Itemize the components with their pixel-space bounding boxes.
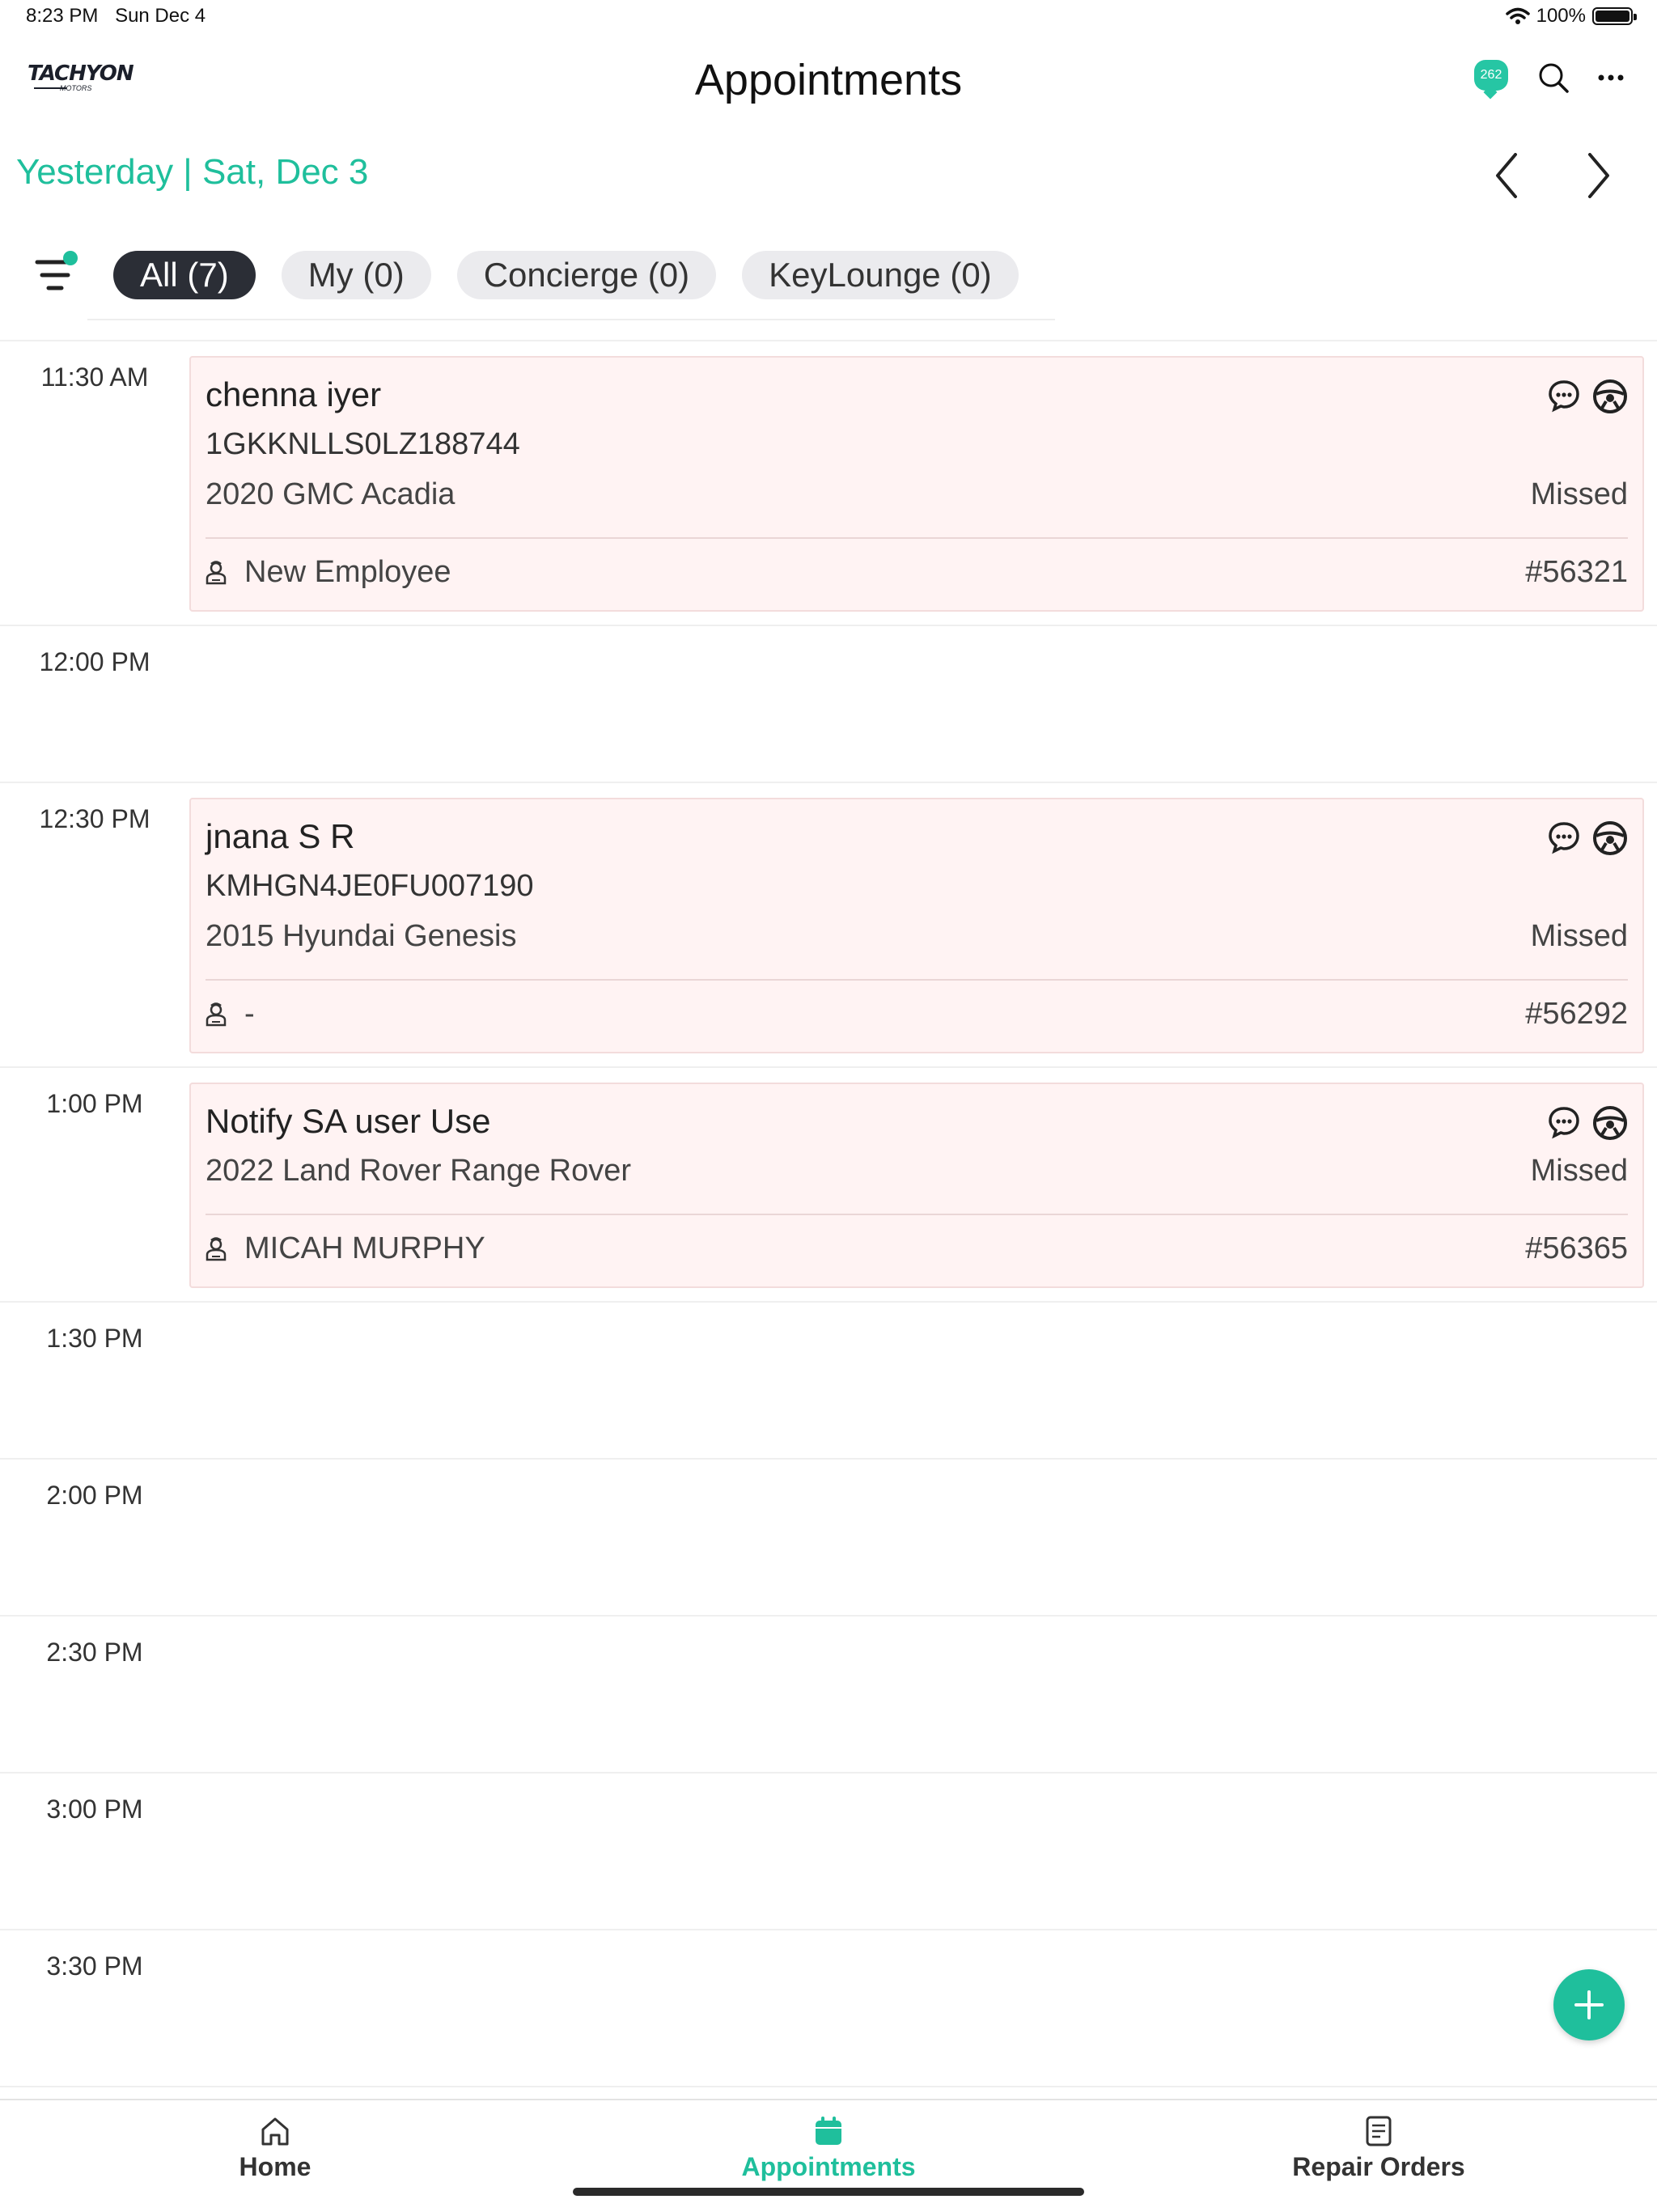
time-slot-label: 11:30 AM bbox=[40, 362, 149, 392]
search-icon[interactable] bbox=[1537, 61, 1570, 94]
filter-chip-my[interactable]: My (0) bbox=[281, 251, 431, 299]
previous-day-button[interactable] bbox=[1482, 149, 1531, 202]
message-icon[interactable] bbox=[1547, 820, 1581, 854]
customer-name: chenna iyer bbox=[206, 375, 382, 413]
more-icon[interactable] bbox=[1597, 74, 1625, 82]
service-advisor: MICAH MURPHY bbox=[206, 1231, 485, 1266]
time-slot-label: 12:00 PM bbox=[39, 647, 150, 676]
tab-repair-orders-label: Repair Orders bbox=[1292, 2152, 1465, 2181]
time-slot-label: 2:30 PM bbox=[46, 1638, 143, 1667]
tab-home-label: Home bbox=[239, 2152, 311, 2181]
steering-wheel-icon[interactable] bbox=[1592, 379, 1628, 414]
steering-wheel-icon[interactable] bbox=[1592, 1105, 1628, 1141]
filter-chip-concierge[interactable]: Concierge (0) bbox=[456, 251, 717, 299]
add-appointment-button[interactable] bbox=[1553, 1969, 1625, 2040]
chat-icon[interactable]: 262 bbox=[1474, 60, 1510, 100]
vehicle-description: 2020 GMC Acadia bbox=[206, 477, 456, 511]
steering-wheel-icon[interactable] bbox=[1592, 820, 1628, 856]
customer-name: Notify SA user Use bbox=[206, 1102, 491, 1140]
appointment-status: Missed bbox=[1530, 919, 1628, 953]
time-slot-label: 2:00 PM bbox=[46, 1481, 143, 1510]
filter-active-dot bbox=[63, 251, 78, 265]
vehicle-description: 2015 Hyundai Genesis bbox=[206, 919, 517, 953]
slot-divider bbox=[0, 1066, 1657, 1068]
vehicle-vin: 1GKKNLLS0LZ188744 bbox=[206, 427, 520, 461]
slot-divider bbox=[0, 1458, 1657, 1460]
advisor-name: New Employee bbox=[244, 555, 451, 589]
slot-divider bbox=[0, 782, 1657, 783]
home-icon bbox=[261, 2117, 289, 2146]
header-actions: 262 bbox=[1474, 60, 1625, 100]
slot-divider bbox=[0, 1301, 1657, 1303]
card-icons bbox=[1547, 820, 1628, 856]
calendar-icon bbox=[816, 2117, 841, 2145]
time-slot-label: 1:30 PM bbox=[46, 1324, 143, 1353]
time-slot-label: 1:00 PM bbox=[46, 1089, 143, 1118]
slot-divider bbox=[0, 1929, 1657, 1930]
vehicle-description: 2022 Land Rover Range Rover bbox=[206, 1154, 632, 1188]
appointment-status: Missed bbox=[1530, 477, 1628, 511]
time-slot-label: 12:30 PM bbox=[39, 804, 150, 833]
advisor-name: - bbox=[244, 997, 255, 1031]
appointment-card[interactable]: Notify SA user Use 2022 Land Rover Range… bbox=[189, 1083, 1644, 1288]
appointment-status: Missed bbox=[1530, 1154, 1628, 1188]
chevron-left-icon bbox=[1496, 153, 1517, 198]
document-icon bbox=[1366, 2116, 1392, 2146]
card-icons bbox=[1547, 1105, 1628, 1141]
customer-name: jnana S R bbox=[206, 817, 355, 855]
filter-chip-all[interactable]: All (7) bbox=[113, 251, 256, 299]
card-divider bbox=[206, 1214, 1628, 1215]
wifi-icon bbox=[1505, 7, 1530, 24]
advisor-icon bbox=[206, 560, 227, 584]
chevron-right-icon bbox=[1588, 153, 1609, 198]
filter-chip-keylounge[interactable]: KeyLounge (0) bbox=[742, 251, 1019, 299]
slot-divider bbox=[0, 1772, 1657, 1773]
chat-badge-count: 262 bbox=[1474, 60, 1508, 91]
battery-icon bbox=[1592, 7, 1637, 25]
slot-divider bbox=[0, 1615, 1657, 1617]
chip-divider bbox=[87, 319, 1055, 320]
status-time: 8:23 PM bbox=[26, 5, 99, 27]
filter-button[interactable] bbox=[32, 249, 84, 298]
tab-home[interactable]: Home bbox=[113, 2115, 437, 2182]
card-divider bbox=[206, 537, 1628, 539]
time-slot-label: 3:30 PM bbox=[46, 1951, 143, 1981]
vehicle-vin: KMHGN4JE0FU007190 bbox=[206, 869, 534, 903]
service-advisor: New Employee bbox=[206, 555, 451, 590]
message-icon[interactable] bbox=[1547, 1105, 1581, 1139]
service-advisor: - bbox=[206, 997, 255, 1032]
appointment-card[interactable]: jnana S R KMHGN4JE0FU007190 2015 Hyundai… bbox=[189, 798, 1644, 1053]
time-slot-label: 3:00 PM bbox=[46, 1795, 143, 1824]
message-icon[interactable] bbox=[1547, 379, 1581, 413]
home-indicator bbox=[573, 2188, 1084, 2196]
tab-repair-orders[interactable]: Repair Orders bbox=[1217, 2115, 1540, 2182]
repair-order-number: #56321 bbox=[1525, 555, 1628, 589]
slot-divider bbox=[0, 2086, 1657, 2087]
tab-appointments-label: Appointments bbox=[741, 2152, 916, 2181]
schedule-top-divider bbox=[0, 340, 1657, 341]
plus-icon bbox=[1574, 1990, 1604, 2019]
tab-appointments[interactable]: Appointments bbox=[667, 2115, 990, 2182]
advisor-icon bbox=[206, 1002, 227, 1026]
status-bar-time: 8:23 PM Sun Dec 4 bbox=[26, 5, 206, 28]
battery-percent: 100% bbox=[1536, 5, 1586, 27]
status-date: Sun Dec 4 bbox=[115, 5, 206, 27]
card-icons bbox=[1547, 379, 1628, 414]
repair-order-number: #56292 bbox=[1525, 997, 1628, 1031]
slot-divider bbox=[0, 625, 1657, 626]
filter-chips: All (7) My (0) Concierge (0) KeyLounge (… bbox=[113, 251, 1019, 299]
advisor-icon bbox=[206, 1236, 227, 1261]
appointment-card[interactable]: chenna iyer 1GKKNLLS0LZ188744 2020 GMC A… bbox=[189, 356, 1644, 612]
repair-order-number: #56365 bbox=[1525, 1231, 1628, 1265]
card-divider bbox=[206, 979, 1628, 981]
selected-date-label: Yesterday | Sat, Dec 3 bbox=[16, 152, 369, 192]
next-day-button[interactable] bbox=[1574, 149, 1623, 202]
advisor-name: MICAH MURPHY bbox=[244, 1231, 485, 1265]
status-bar-right: 100% bbox=[1505, 5, 1637, 28]
page-title: Appointments bbox=[694, 56, 963, 104]
